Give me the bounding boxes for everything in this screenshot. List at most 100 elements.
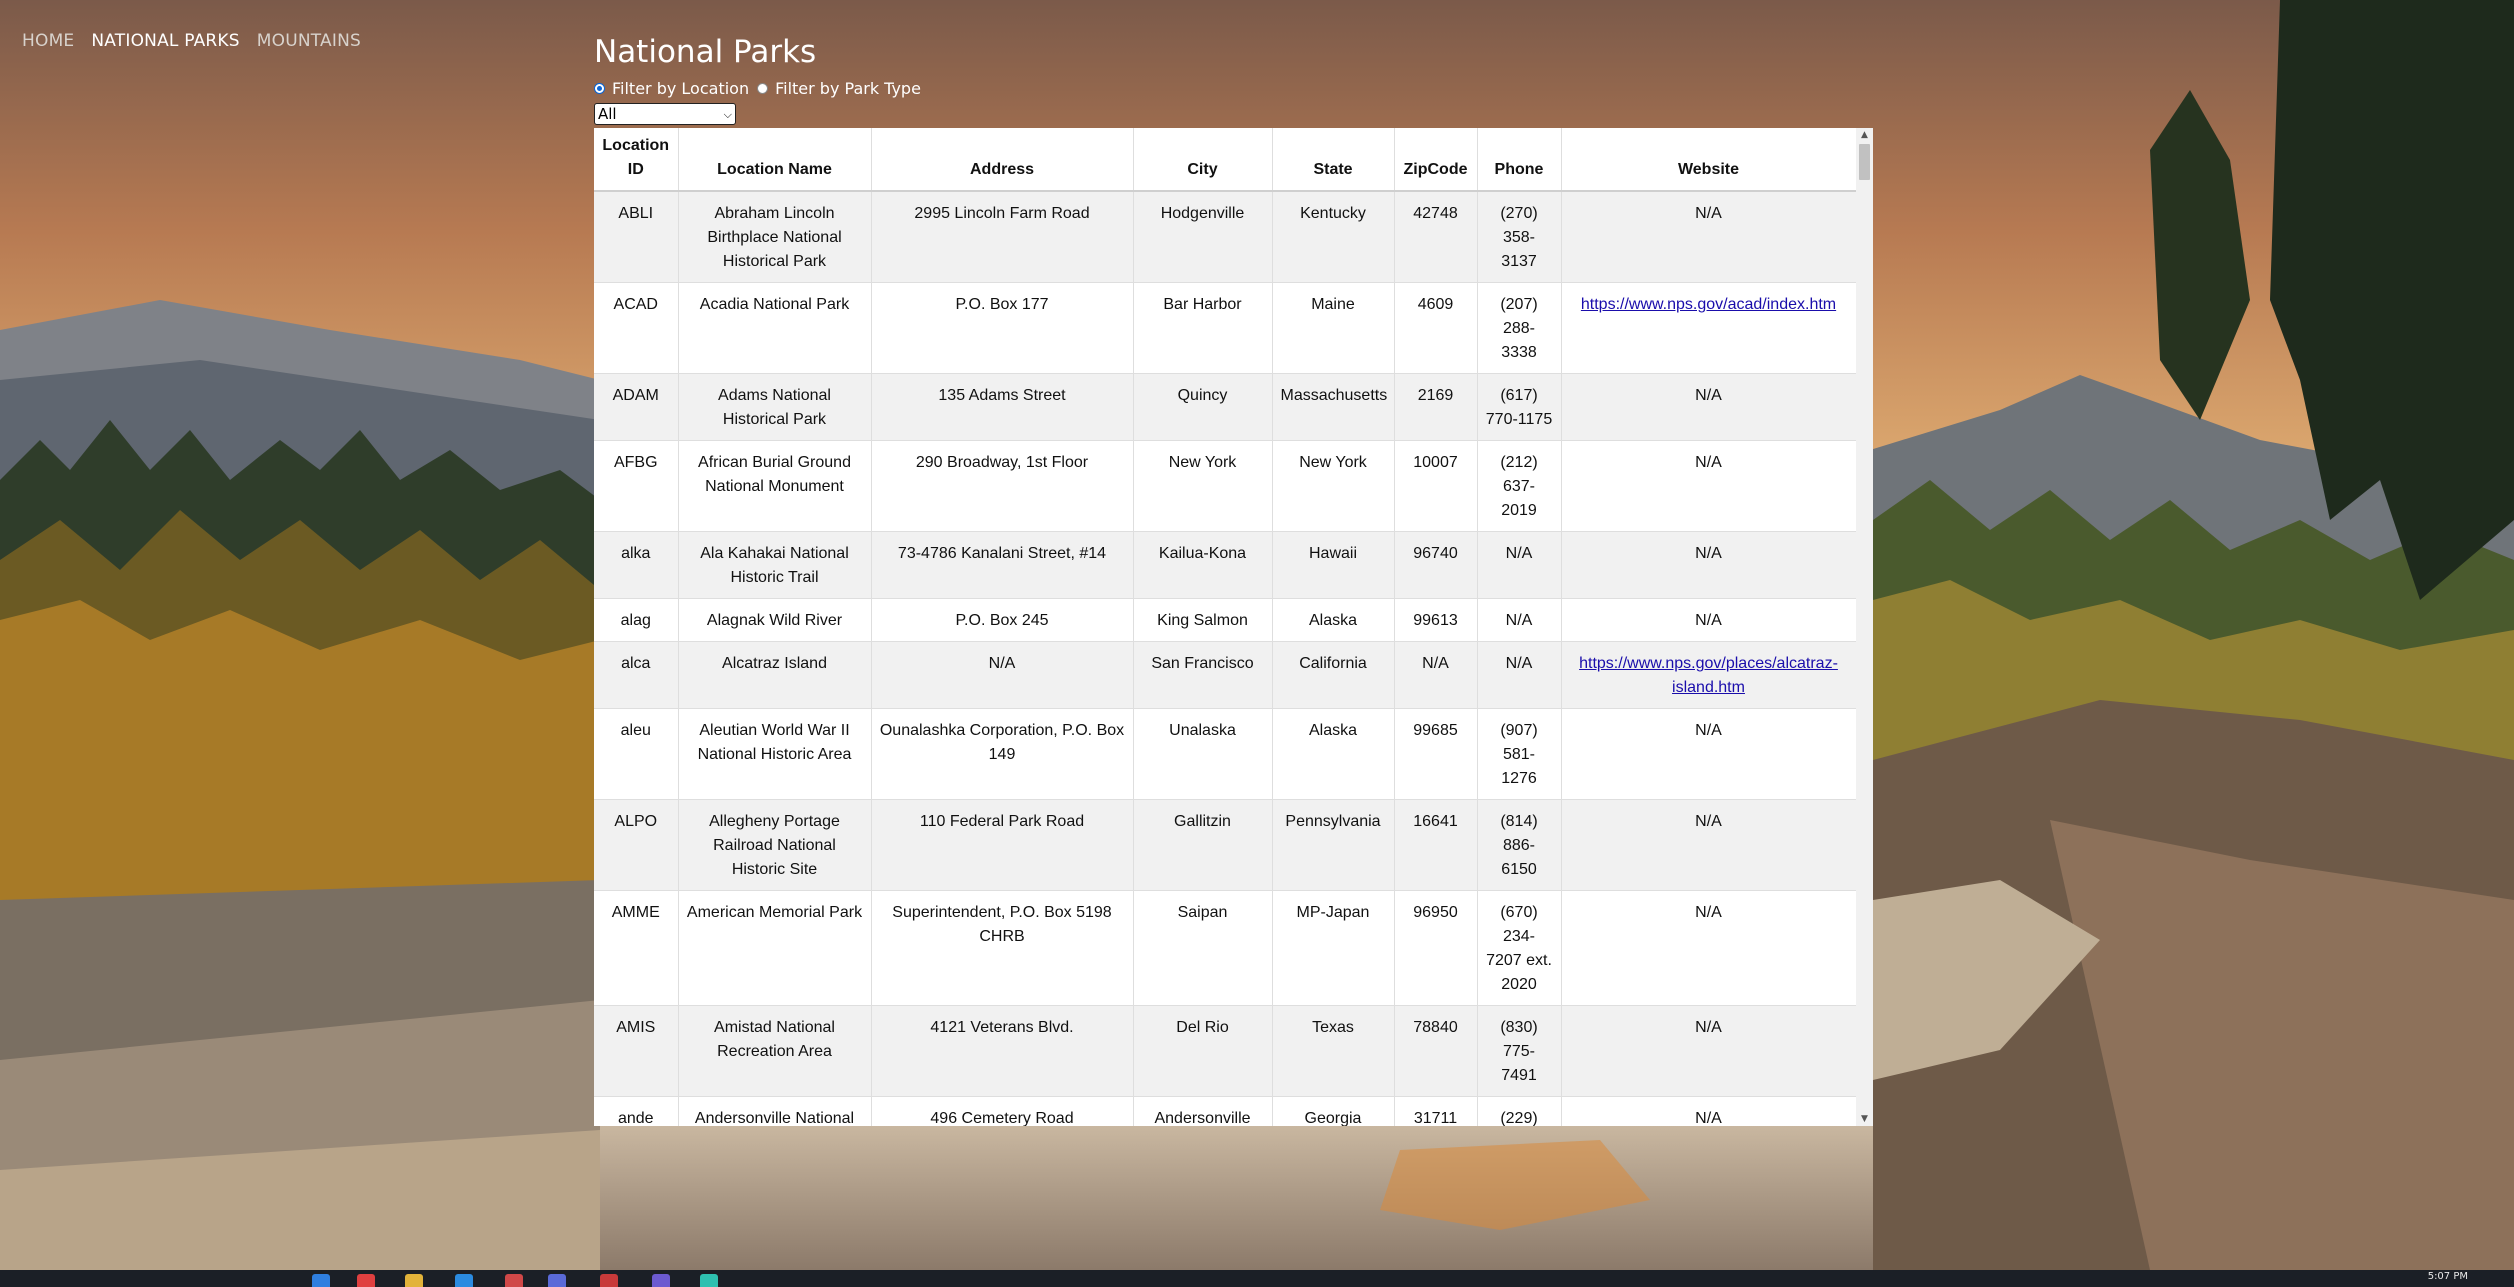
parks-table-scroll-area[interactable]: Location ID Location Name Address City S… (594, 128, 1856, 1126)
cell-zipcode: 96740 (1394, 531, 1478, 599)
cell-website: https://www.nps.gov/acad/index.htm (1561, 282, 1856, 374)
cell-location-id: ACAD (594, 282, 679, 374)
cell-location-name: Andersonville National Historic Site (678, 1096, 872, 1126)
column-header-phone: Phone (1477, 128, 1562, 192)
nav-home-link[interactable]: HOME (22, 31, 74, 51)
cell-phone: (207) 288-3338 (1477, 282, 1562, 374)
scroll-up-arrow-icon[interactable]: ▲ (1856, 128, 1873, 142)
cell-location-name: Allegheny Portage Railroad National Hist… (678, 799, 872, 891)
cell-location-name: African Burial Ground National Monument (678, 440, 872, 532)
cell-website: N/A (1561, 531, 1856, 599)
app-icon[interactable] (505, 1274, 523, 1287)
table-row: ACAD Acadia National Park P.O. Box 177 Bar … (594, 282, 1856, 374)
cell-city: Kailua-Kona (1133, 531, 1273, 599)
cell-city: Bar Harbor (1133, 282, 1273, 374)
cell-zipcode: 99685 (1394, 708, 1478, 800)
cell-phone: (670) 234-7207 ext. 2020 (1477, 890, 1562, 1006)
cell-address: P.O. Box 177 (871, 282, 1134, 374)
cell-state: Massachusetts (1272, 373, 1395, 441)
cell-phone: (830) 775-7491 (1477, 1005, 1562, 1097)
cell-phone: N/A (1477, 641, 1562, 709)
cell-city: New York (1133, 440, 1273, 532)
cell-address: 73-4786 Kanalani Street, #14 (871, 531, 1134, 599)
nav-national-parks-link[interactable]: NATIONAL PARKS (91, 31, 239, 51)
cell-phone: N/A (1477, 531, 1562, 599)
vscode-icon[interactable] (455, 1274, 473, 1287)
cell-address: 496 Cemetery Road (871, 1096, 1134, 1126)
cell-city: Quincy (1133, 373, 1273, 441)
cell-website: N/A (1561, 373, 1856, 441)
parks-table-panel: Location ID Location Name Address City S… (594, 128, 1873, 1126)
app-icon[interactable] (700, 1274, 718, 1287)
scrollbar-thumb[interactable] (1859, 144, 1870, 180)
column-header-zipcode: ZipCode (1394, 128, 1478, 192)
nav-mountains-link[interactable]: MOUNTAINS (257, 31, 361, 51)
filter-by-location-label[interactable]: Filter by Location (612, 79, 749, 98)
website-link[interactable]: https://www.nps.gov/places/alcatraz-isla… (1579, 655, 1838, 696)
chrome-browser-icon[interactable] (357, 1274, 375, 1287)
cell-website: https://www.nps.gov/places/alcatraz-isla… (1561, 641, 1856, 709)
cell-state: Kentucky (1272, 191, 1395, 283)
filter-by-location-radio[interactable] (594, 83, 605, 94)
cell-website: N/A (1561, 191, 1856, 283)
cell-phone: (617) 770-1175 (1477, 373, 1562, 441)
cell-location-id: ABLI (594, 191, 679, 283)
cell-address: 4121 Veterans Blvd. (871, 1005, 1134, 1097)
cell-zipcode: 10007 (1394, 440, 1478, 532)
cell-location-name: Alcatraz Island (678, 641, 872, 709)
edge-browser-icon[interactable] (312, 1274, 330, 1287)
cell-address: 135 Adams Street (871, 373, 1134, 441)
cell-phone: N/A (1477, 598, 1562, 642)
website-link[interactable]: https://www.nps.gov/acad/index.htm (1581, 296, 1836, 313)
cell-location-id: ALPO (594, 799, 679, 891)
page-title: National Parks (594, 34, 817, 70)
cell-state: MP-Japan (1272, 890, 1395, 1006)
cell-website: N/A (1561, 598, 1856, 642)
cell-location-id: alka (594, 531, 679, 599)
cell-website: N/A (1561, 440, 1856, 532)
table-row: alca Alcatraz Island N/A San Francisco Calif… (594, 641, 1856, 709)
table-row: ABLI Abraham Lincoln Birthplace National … (594, 191, 1856, 283)
cell-state: Pennsylvania (1272, 799, 1395, 891)
parks-table: Location ID Location Name Address City S… (594, 128, 1856, 1126)
taskbar-clock: 5:07 PM (2427, 1271, 2468, 1282)
top-nav: HOME NATIONAL PARKS MOUNTAINS (22, 31, 361, 51)
cell-website: N/A (1561, 708, 1856, 800)
teams-icon[interactable] (652, 1274, 670, 1287)
cell-city: Unalaska (1133, 708, 1273, 800)
column-header-address: Address (871, 128, 1134, 192)
cell-address: 290 Broadway, 1st Floor (871, 440, 1134, 532)
file-explorer-icon[interactable] (405, 1274, 423, 1287)
cell-state: Texas (1272, 1005, 1395, 1097)
table-row: AMME American Memorial Park Superintendent… (594, 890, 1856, 1006)
scroll-down-arrow-icon[interactable]: ▼ (1856, 1112, 1873, 1126)
cell-location-id: ande (594, 1096, 679, 1126)
table-row: alka Ala Kahakai National Historic Trail 7… (594, 531, 1856, 599)
table-row: AFBG African Burial Ground National Monum… (594, 440, 1856, 532)
filter-by-park-type-radio[interactable] (757, 83, 769, 94)
cell-location-id: AMME (594, 890, 679, 1006)
cell-location-id: aleu (594, 708, 679, 800)
table-row: AMIS Amistad National Recreation Area 4121… (594, 1005, 1856, 1097)
cell-state: Alaska (1272, 708, 1395, 800)
cell-location-name: Ala Kahakai National Historic Trail (678, 531, 872, 599)
cell-location-name: Amistad National Recreation Area (678, 1005, 872, 1097)
cell-address: 2995 Lincoln Farm Road (871, 191, 1134, 283)
cell-address: 110 Federal Park Road (871, 799, 1134, 891)
cell-city: Gallitzin (1133, 799, 1273, 891)
cell-city: San Francisco (1133, 641, 1273, 709)
cell-state: New York (1272, 440, 1395, 532)
os-taskbar (0, 1270, 2514, 1287)
cell-phone: (814) 886-6150 (1477, 799, 1562, 891)
table-scrollbar[interactable]: ▲ ▼ (1856, 128, 1873, 1126)
cell-zipcode: 31711 (1394, 1096, 1478, 1126)
app-icon[interactable] (600, 1274, 618, 1287)
table-body: ABLI Abraham Lincoln Birthplace National … (594, 191, 1856, 1126)
cell-zipcode: 96950 (1394, 890, 1478, 1006)
cell-location-name: Adams National Historical Park (678, 373, 872, 441)
location-select[interactable]: All ⌵ (594, 103, 736, 125)
cell-city: Saipan (1133, 890, 1273, 1006)
cell-phone: (212) 637-2019 (1477, 440, 1562, 532)
discord-icon[interactable] (548, 1274, 566, 1287)
filter-by-park-type-label[interactable]: Filter by Park Type (775, 79, 921, 98)
